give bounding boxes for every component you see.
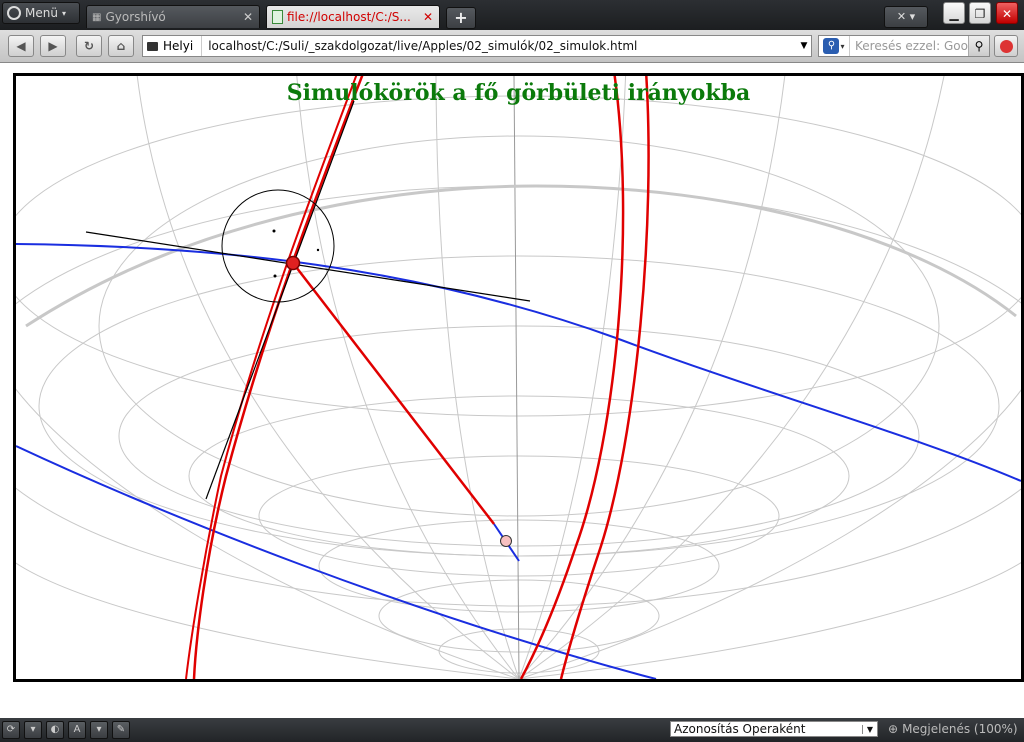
- menu-label: Menü: [25, 6, 58, 20]
- new-tab-button[interactable]: +: [446, 7, 476, 29]
- grid-meridian: [435, 76, 520, 679]
- back-button[interactable]: ◀: [8, 35, 34, 57]
- search-input[interactable]: Keresés ezzel: Goo: [850, 39, 968, 53]
- grid-meridian: [518, 562, 1021, 679]
- status-left-tools: ⟳ ▾ ◐ A ▾ ✎: [2, 721, 130, 739]
- grid-ellipse: [38, 255, 1000, 557]
- opera-logo-icon: [7, 6, 21, 20]
- identify-as-value: Azonosítás Operaként: [674, 722, 806, 736]
- center-point-handle[interactable]: [500, 535, 512, 547]
- zoom-label: Megjelenés (100%): [902, 722, 1018, 736]
- minimize-button[interactable]: ▁: [943, 2, 965, 24]
- tab-current-page[interactable]: file://localhost/C:/S... ✕: [266, 5, 440, 28]
- normal-red-segment: [292, 262, 495, 525]
- search-icon: ⚲: [823, 38, 840, 54]
- search-go-icon[interactable]: ⚲: [968, 36, 989, 56]
- geogebra-applet[interactable]: Simulókörök a fő görbületi irányokba: [13, 73, 1024, 682]
- navigation-toolbar: ◀ ▶ ↻ ⌂ Helyi localhost/C:/Suli/_szakdol…: [0, 30, 1024, 63]
- helper-dot: [316, 248, 320, 252]
- sync-icon[interactable]: ⟳: [2, 721, 20, 739]
- forward-button[interactable]: ▶: [40, 35, 66, 57]
- tangent-line-horizontal: [85, 231, 531, 302]
- blue-curve-lower: [16, 445, 657, 679]
- chevron-down-icon: ▾: [840, 41, 845, 51]
- chevron-down-icon: ▾: [61, 8, 66, 18]
- grid-ellipse: [118, 325, 920, 547]
- url-text[interactable]: localhost/C:/Suli/_szakdolgozat/live/App…: [202, 39, 797, 53]
- notes-icon[interactable]: ✎: [112, 721, 130, 739]
- close-tab-icon[interactable]: ✕: [242, 10, 254, 24]
- page-icon: [272, 10, 283, 24]
- red-curve-left-b: [185, 76, 358, 679]
- chevron-down-icon[interactable]: ▼: [797, 41, 811, 51]
- tab-label: file://localhost/C:/S...: [287, 10, 411, 24]
- tab-speed-dial[interactable]: ▦ Gyorshívó ✕: [86, 5, 260, 28]
- status-bar: ⟳ ▾ ◐ A ▾ ✎ Azonosítás Operaként ▼ ⊕ Meg…: [0, 718, 1024, 742]
- grid-meridian: [518, 76, 945, 679]
- site-info-badge[interactable]: Helyi: [143, 36, 203, 56]
- search-engine-selector[interactable]: ⚲ ▾: [819, 36, 850, 56]
- helper-dot: [272, 229, 276, 233]
- helper-dot: [273, 274, 277, 278]
- tangent-line-vertical: [205, 100, 355, 500]
- chevron-down-icon[interactable]: ▾: [90, 721, 108, 739]
- text-size-button[interactable]: A: [68, 721, 86, 739]
- site-label: Helyi: [163, 39, 194, 53]
- reload-button[interactable]: ↻: [76, 35, 102, 57]
- tab-bar: Menü ▾ ▦ Gyorshívó ✕ file://localhost/C:…: [0, 0, 1024, 30]
- speed-dial-icon: ▦: [92, 11, 102, 23]
- grid-lines: [16, 76, 1021, 679]
- page-content: Simulókörök a fő görbületi irányokba: [0, 63, 1024, 718]
- opera-menu-button[interactable]: Menü ▾: [2, 2, 80, 24]
- stop-icon: [999, 39, 1013, 53]
- window-close-button[interactable]: ✕: [996, 2, 1018, 24]
- address-bar[interactable]: Helyi localhost/C:/Suli/_szakdolgozat/li…: [142, 35, 812, 57]
- closed-tabs-button[interactable]: ✕ ▾: [884, 6, 928, 28]
- stop-button[interactable]: [994, 35, 1018, 57]
- search-box[interactable]: ⚲ ▾ Keresés ezzel: Goo ⚲: [818, 35, 990, 57]
- zoom-control[interactable]: ⊕ Megjelenés (100%): [888, 722, 1018, 736]
- applet-canvas[interactable]: [16, 76, 1021, 679]
- tab-label: Gyorshívó: [105, 10, 166, 24]
- applet-title: Simulókörök a fő görbületi irányokba: [286, 80, 751, 106]
- identify-as-select[interactable]: Azonosítás Operaként ▼: [670, 721, 878, 737]
- red-curve-left-a: [192, 76, 364, 679]
- chevron-down-icon: ▼: [862, 724, 877, 734]
- red-curve-right-b: [559, 76, 650, 679]
- zoom-icon: ⊕: [888, 722, 899, 736]
- restore-button[interactable]: ❐: [969, 2, 991, 24]
- blue-curve-upper: [16, 243, 1021, 482]
- grid-axis: [513, 76, 520, 679]
- home-button[interactable]: ⌂: [108, 35, 134, 57]
- grid-ellipse: [188, 395, 850, 557]
- close-tab-icon[interactable]: ✕: [422, 10, 434, 24]
- panel-toggle-icon[interactable]: ◐: [46, 721, 64, 739]
- computer-icon: [147, 41, 158, 51]
- chevron-down-icon[interactable]: ▾: [24, 721, 42, 739]
- surface-point-handle[interactable]: [285, 255, 301, 271]
